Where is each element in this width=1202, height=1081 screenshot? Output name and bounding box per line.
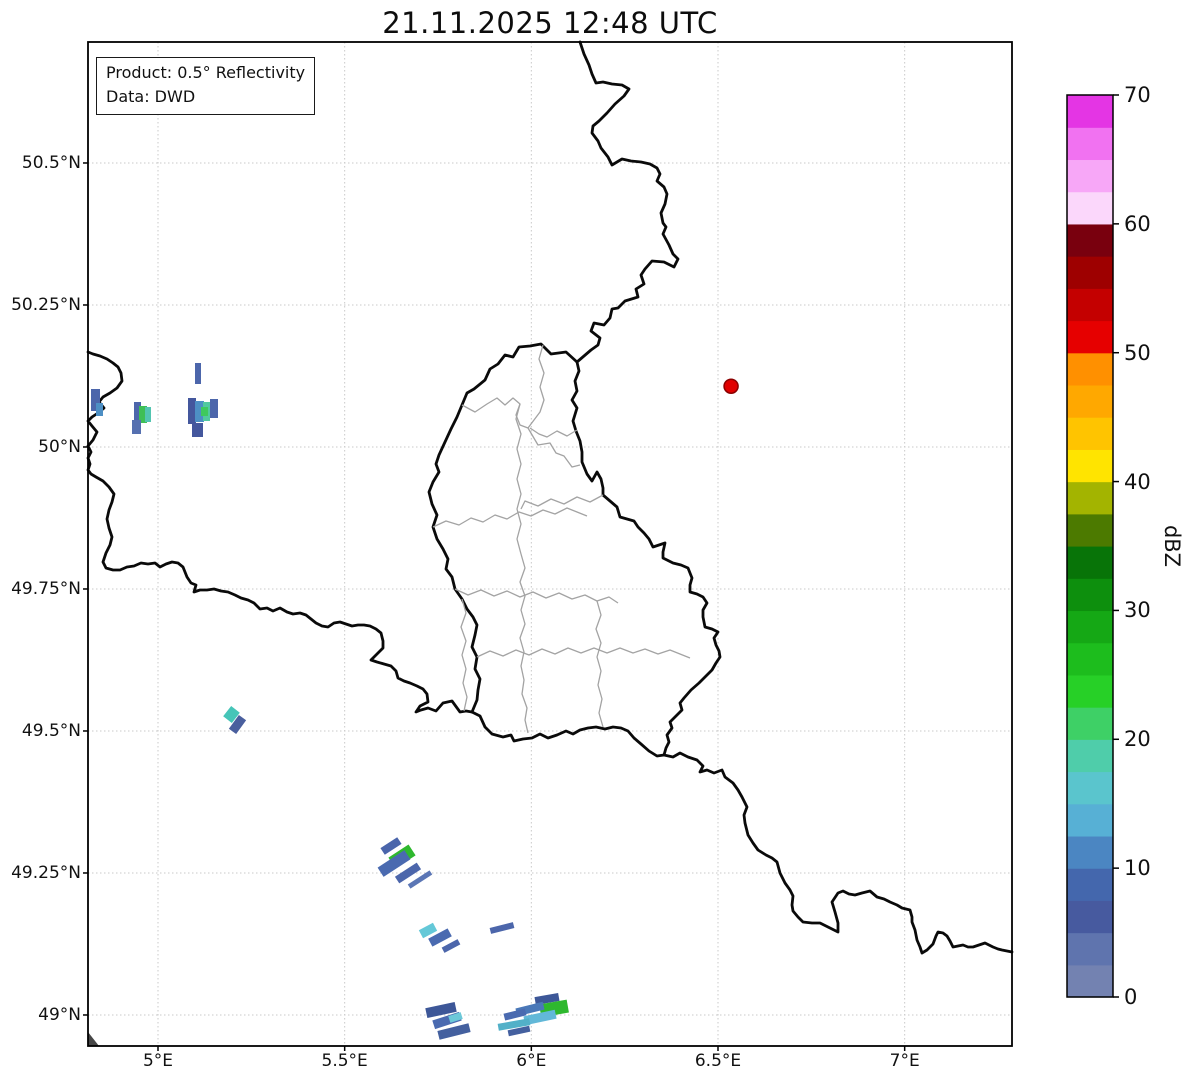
district-border bbox=[476, 647, 691, 659]
district-border bbox=[595, 600, 604, 728]
radar-station-dot bbox=[723, 378, 739, 394]
colorbar-tick-label: 60 bbox=[1124, 211, 1151, 236]
map-canvas bbox=[83, 40, 1119, 1051]
colorbar-unit-label: dBZ bbox=[1160, 524, 1184, 568]
product-label: Product: 0.5° Reflectivity bbox=[106, 63, 306, 82]
border-luxembourg-belgium bbox=[427, 342, 579, 714]
y-tick-label: 49.5°N bbox=[21, 720, 81, 741]
grid-layer bbox=[83, 42, 1012, 1051]
colorbar-tick-label: 40 bbox=[1124, 469, 1151, 494]
border-luxembourg-france bbox=[470, 710, 666, 758]
colorbar-band bbox=[1067, 803, 1113, 837]
colorbar-band bbox=[1067, 127, 1113, 161]
district-border bbox=[519, 553, 529, 734]
district-border bbox=[454, 588, 619, 604]
colorbar-band bbox=[1067, 771, 1113, 805]
colorbar-band bbox=[1067, 223, 1113, 257]
colorbar-tick-label: 50 bbox=[1124, 340, 1151, 365]
district-border bbox=[460, 598, 468, 712]
colorbar-band bbox=[1067, 835, 1113, 869]
colorbar-band bbox=[1067, 191, 1113, 225]
district-border bbox=[432, 507, 588, 528]
district-border bbox=[529, 427, 578, 438]
colorbar-tick-label: 30 bbox=[1124, 598, 1151, 623]
x-tick-label: 5°E bbox=[142, 1051, 174, 1071]
x-tick-label: 5.5°E bbox=[321, 1051, 368, 1071]
colorbar-band bbox=[1067, 256, 1113, 289]
colorbar-band bbox=[1067, 707, 1113, 740]
colorbar-tick-label: 0 bbox=[1124, 985, 1138, 1009]
colorbar-band bbox=[1067, 513, 1113, 547]
colorbar-tick-label: 20 bbox=[1124, 727, 1151, 752]
colorbar-band bbox=[1067, 320, 1113, 354]
colorbar-band bbox=[1067, 159, 1113, 193]
colorbar-band bbox=[1067, 352, 1113, 386]
border-belgium-germany bbox=[575, 40, 680, 364]
colorbar bbox=[1067, 94, 1119, 998]
colorbar-band bbox=[1067, 739, 1113, 773]
border-luxembourg-germany bbox=[570, 360, 722, 757]
colorbar-band bbox=[1067, 932, 1113, 966]
x-tick-label: 6°E bbox=[516, 1051, 547, 1071]
colorbar-band bbox=[1067, 964, 1113, 998]
map-corner-border-fragment bbox=[88, 1032, 99, 1046]
border-belgium-france bbox=[86, 350, 474, 714]
border-france-germany bbox=[662, 751, 1014, 955]
colorbar-band bbox=[1067, 481, 1113, 515]
district-border bbox=[527, 344, 545, 429]
colorbar-band bbox=[1067, 417, 1113, 450]
colorbar-band bbox=[1067, 578, 1113, 612]
colorbar-tick-label: 10 bbox=[1124, 856, 1151, 881]
colorbar-band bbox=[1067, 95, 1113, 128]
y-tick-label: 49.25°N bbox=[11, 862, 81, 883]
x-tick-label: 7°E bbox=[889, 1051, 920, 1071]
x-tick-label: 6.5°E bbox=[694, 1051, 742, 1071]
colorbar-band bbox=[1067, 288, 1113, 322]
radar-station-layer bbox=[723, 378, 739, 394]
data-source-label: Data: DWD bbox=[106, 87, 196, 106]
colorbar-band bbox=[1067, 546, 1113, 579]
y-tick-label: 50.5°N bbox=[21, 152, 81, 173]
y-tick-label: 50°N bbox=[38, 436, 81, 457]
district-border bbox=[520, 494, 604, 510]
colorbar-tick-label: 70 bbox=[1124, 83, 1151, 107]
y-tick-label: 49°N bbox=[38, 1004, 81, 1025]
y-tick-label: 50.25°N bbox=[11, 294, 81, 315]
product-info-box: Product: 0.5° Reflectivity Data: DWD bbox=[96, 57, 316, 115]
colorbar-band bbox=[1067, 384, 1113, 418]
radar-map-page: 21.11.2025 12:48 UTC Product: 0.5° Refle… bbox=[0, 0, 1202, 1081]
colorbar-band bbox=[1067, 868, 1113, 901]
colorbar-band bbox=[1067, 610, 1113, 644]
colorbar-band bbox=[1067, 674, 1113, 708]
colorbar-band bbox=[1067, 900, 1113, 934]
district-border bbox=[515, 403, 522, 555]
y-tick-label: 49.75°N bbox=[11, 578, 81, 599]
colorbar-band bbox=[1067, 642, 1113, 676]
colorbar-band bbox=[1067, 449, 1113, 483]
page-title: 21.11.2025 12:48 UTC bbox=[382, 6, 718, 40]
